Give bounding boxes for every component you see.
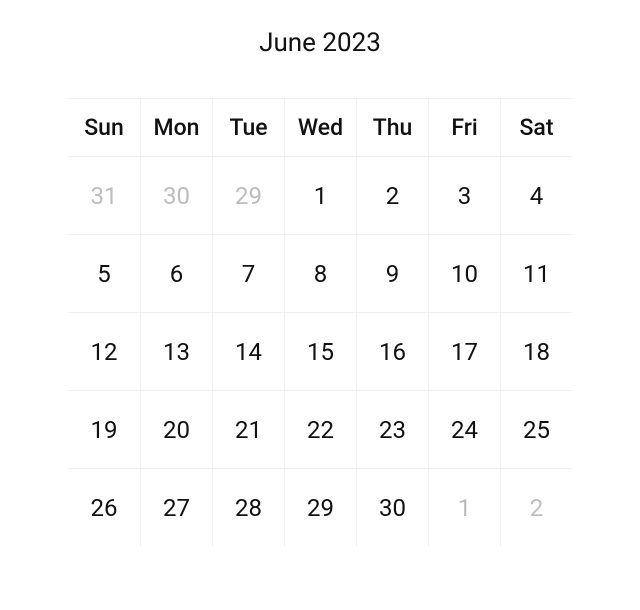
day-cell[interactable]: 26 bbox=[68, 468, 140, 546]
day-cell[interactable]: 11 bbox=[500, 234, 572, 312]
weekday-header-thu: Thu bbox=[356, 98, 428, 156]
day-cell[interactable]: 13 bbox=[140, 312, 212, 390]
weekday-header-mon: Mon bbox=[140, 98, 212, 156]
day-cell[interactable]: 23 bbox=[356, 390, 428, 468]
weekday-header-wed: Wed bbox=[284, 98, 356, 156]
weekday-header-tue: Tue bbox=[212, 98, 284, 156]
day-cell[interactable]: 17 bbox=[428, 312, 500, 390]
day-cell[interactable]: 1 bbox=[284, 156, 356, 234]
day-cell[interactable]: 8 bbox=[284, 234, 356, 312]
day-cell[interactable]: 29 bbox=[212, 156, 284, 234]
weekday-header-fri: Fri bbox=[428, 98, 500, 156]
day-cell[interactable]: 16 bbox=[356, 312, 428, 390]
day-cell[interactable]: 30 bbox=[356, 468, 428, 546]
weekday-header-sun: Sun bbox=[68, 98, 140, 156]
day-cell[interactable]: 14 bbox=[212, 312, 284, 390]
day-cell[interactable]: 9 bbox=[356, 234, 428, 312]
day-cell[interactable]: 4 bbox=[500, 156, 572, 234]
day-cell[interactable]: 28 bbox=[212, 468, 284, 546]
day-cell[interactable]: 22 bbox=[284, 390, 356, 468]
day-cell[interactable]: 31 bbox=[68, 156, 140, 234]
weekday-header-sat: Sat bbox=[500, 98, 572, 156]
day-cell[interactable]: 15 bbox=[284, 312, 356, 390]
day-cell[interactable]: 2 bbox=[356, 156, 428, 234]
day-cell[interactable]: 18 bbox=[500, 312, 572, 390]
day-cell[interactable]: 7 bbox=[212, 234, 284, 312]
day-cell[interactable]: 20 bbox=[140, 390, 212, 468]
day-cell[interactable]: 24 bbox=[428, 390, 500, 468]
day-cell[interactable]: 21 bbox=[212, 390, 284, 468]
day-cell[interactable]: 25 bbox=[500, 390, 572, 468]
day-cell[interactable]: 10 bbox=[428, 234, 500, 312]
day-cell[interactable]: 30 bbox=[140, 156, 212, 234]
day-cell[interactable]: 29 bbox=[284, 468, 356, 546]
day-cell[interactable]: 2 bbox=[500, 468, 572, 546]
day-cell[interactable]: 27 bbox=[140, 468, 212, 546]
day-cell[interactable]: 1 bbox=[428, 468, 500, 546]
day-cell[interactable]: 12 bbox=[68, 312, 140, 390]
day-cell[interactable]: 3 bbox=[428, 156, 500, 234]
day-cell[interactable]: 19 bbox=[68, 390, 140, 468]
calendar-grid: Sun Mon Tue Wed Thu Fri Sat 31 30 29 1 2… bbox=[68, 98, 572, 546]
day-cell[interactable]: 6 bbox=[140, 234, 212, 312]
day-cell[interactable]: 5 bbox=[68, 234, 140, 312]
calendar-title: June 2023 bbox=[259, 28, 381, 58]
